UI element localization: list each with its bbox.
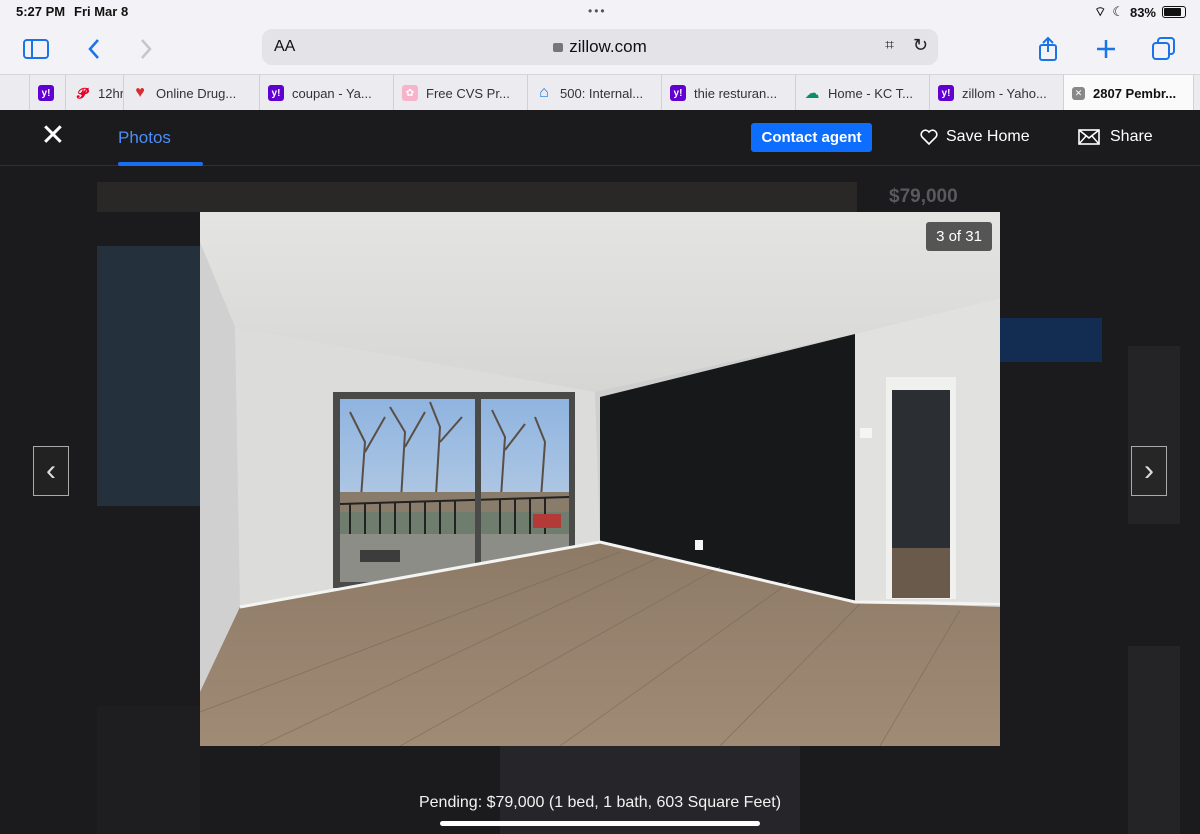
tab-hidden-left[interactable] xyxy=(0,75,30,111)
extension-icon[interactable]: ⌗ xyxy=(885,37,894,55)
status-date: Fri Mar 8 xyxy=(74,4,129,19)
tab-2[interactable]: y! coupan - Ya... xyxy=(260,75,394,111)
tab-3[interactable]: ✿ Free CVS Pr... xyxy=(394,75,528,111)
close-icon[interactable]: ✕ xyxy=(38,121,68,152)
tab-label: 500: Internal... xyxy=(560,85,644,101)
url-text: zillow.com xyxy=(569,37,647,56)
back-icon[interactable] xyxy=(78,33,110,65)
share-label: Share xyxy=(1110,128,1153,145)
background-photo-strip xyxy=(97,182,857,212)
multitask-dots-icon[interactable]: ••• xyxy=(588,4,607,18)
battery-icon xyxy=(1162,6,1186,18)
share-sheet-icon[interactable] xyxy=(1032,33,1064,65)
photo-caption: Pending: $79,000 (1 bed, 1 bath, 603 Squ… xyxy=(418,794,782,811)
background-contact-button xyxy=(1000,318,1102,362)
yahoo-icon: y! xyxy=(38,85,54,101)
zillow-icon: ⌂ xyxy=(539,84,549,101)
lock-icon xyxy=(553,43,564,52)
tab-label: coupan - Ya... xyxy=(292,85,372,101)
chevron-left-icon: ‹ xyxy=(46,454,56,487)
heart-icon: ♥ xyxy=(135,84,145,101)
tab-label: zillom - Yaho... xyxy=(962,85,1047,101)
envelope-icon xyxy=(1078,129,1100,145)
background-photo-left xyxy=(97,246,200,506)
tab-label: 2807 Pembr... xyxy=(1093,85,1177,101)
tab-overview-icon[interactable] xyxy=(1148,33,1180,65)
status-right: ⌔ ☾ 83% xyxy=(1094,4,1186,20)
gallery-header: ✕ Photos Contact agent Save Home Share xyxy=(0,110,1200,166)
url-text-wrap: zillow.com xyxy=(262,37,938,57)
close-icon[interactable]: ✕ xyxy=(1072,86,1085,100)
photo-gallery-overlay: $79,000 ✕ Photos Contact agent Save Home… xyxy=(0,110,1200,834)
moon-icon: ☾ xyxy=(1112,4,1124,19)
home-indicator[interactable] xyxy=(440,821,760,826)
tab-8-active[interactable]: ✕ 2807 Pembr... xyxy=(1064,75,1194,111)
contact-agent-button[interactable]: Contact agent xyxy=(751,123,872,152)
address-bar[interactable]: AA zillow.com ⌗ ↻ xyxy=(262,29,938,65)
tab-label: Free CVS Pr... xyxy=(426,85,510,101)
cloud-icon: ☁ xyxy=(804,85,820,102)
background-card-right xyxy=(1128,346,1180,524)
tab-label: thie resturan... xyxy=(694,85,778,101)
photo-counter: 3 of 31 xyxy=(926,222,992,251)
background-photo-bottom xyxy=(97,706,200,834)
browser-toolbar: AA zillow.com ⌗ ↻ xyxy=(0,24,1200,74)
new-tab-icon[interactable] xyxy=(1090,33,1122,65)
tab-0[interactable]: 𝓟 12hr xyxy=(66,75,124,111)
tab-7[interactable]: y! zillom - Yaho... xyxy=(930,75,1064,111)
tab-yahoo-pinned[interactable]: y! xyxy=(30,75,66,111)
previous-photo-button[interactable]: ‹ xyxy=(33,446,69,496)
listing-photo xyxy=(200,212,1000,746)
status-bar: 5:27 PM Fri Mar 8 ••• ⌔ ☾ 83% xyxy=(0,0,1200,24)
tab-5[interactable]: y! thie resturan... xyxy=(662,75,796,111)
room-photo-image xyxy=(200,212,1000,746)
next-photo-button[interactable]: › xyxy=(1131,446,1167,496)
tab-bar: y! 𝓟 12hr ♥ Online Drug... y! coupan - Y… xyxy=(0,74,1200,111)
pinterest-icon: 𝓟 xyxy=(76,84,88,101)
tab-label: Online Drug... xyxy=(156,85,237,101)
sidebar-icon[interactable] xyxy=(20,33,52,65)
yahoo-icon: y! xyxy=(938,85,954,101)
reload-icon[interactable]: ↻ xyxy=(913,35,928,56)
forward-icon[interactable] xyxy=(130,33,162,65)
cvs-icon: ✿ xyxy=(402,85,418,101)
chevron-right-icon: › xyxy=(1144,454,1154,487)
save-home-label: Save Home xyxy=(946,128,1030,145)
tab-1[interactable]: ♥ Online Drug... xyxy=(124,75,260,111)
wifi-icon: ⌔ xyxy=(1094,4,1107,19)
yahoo-icon: y! xyxy=(670,85,686,101)
heart-outline-icon xyxy=(920,129,938,145)
tab-6[interactable]: ☁ Home - KC T... xyxy=(796,75,930,111)
share-button[interactable]: Share xyxy=(1078,128,1153,146)
background-price: $79,000 xyxy=(889,186,958,207)
tab-label: Home - KC T... xyxy=(828,85,914,101)
tab-underline xyxy=(118,162,203,166)
status-time: 5:27 PM xyxy=(16,4,66,19)
save-home-button[interactable]: Save Home xyxy=(920,128,1030,146)
tab-4[interactable]: ⌂ 500: Internal... xyxy=(528,75,662,111)
battery-percent: 83% xyxy=(1129,4,1156,20)
tab-label: 12hr xyxy=(98,85,124,101)
yahoo-icon: y! xyxy=(268,85,284,101)
tab-photos[interactable]: Photos xyxy=(118,128,171,148)
